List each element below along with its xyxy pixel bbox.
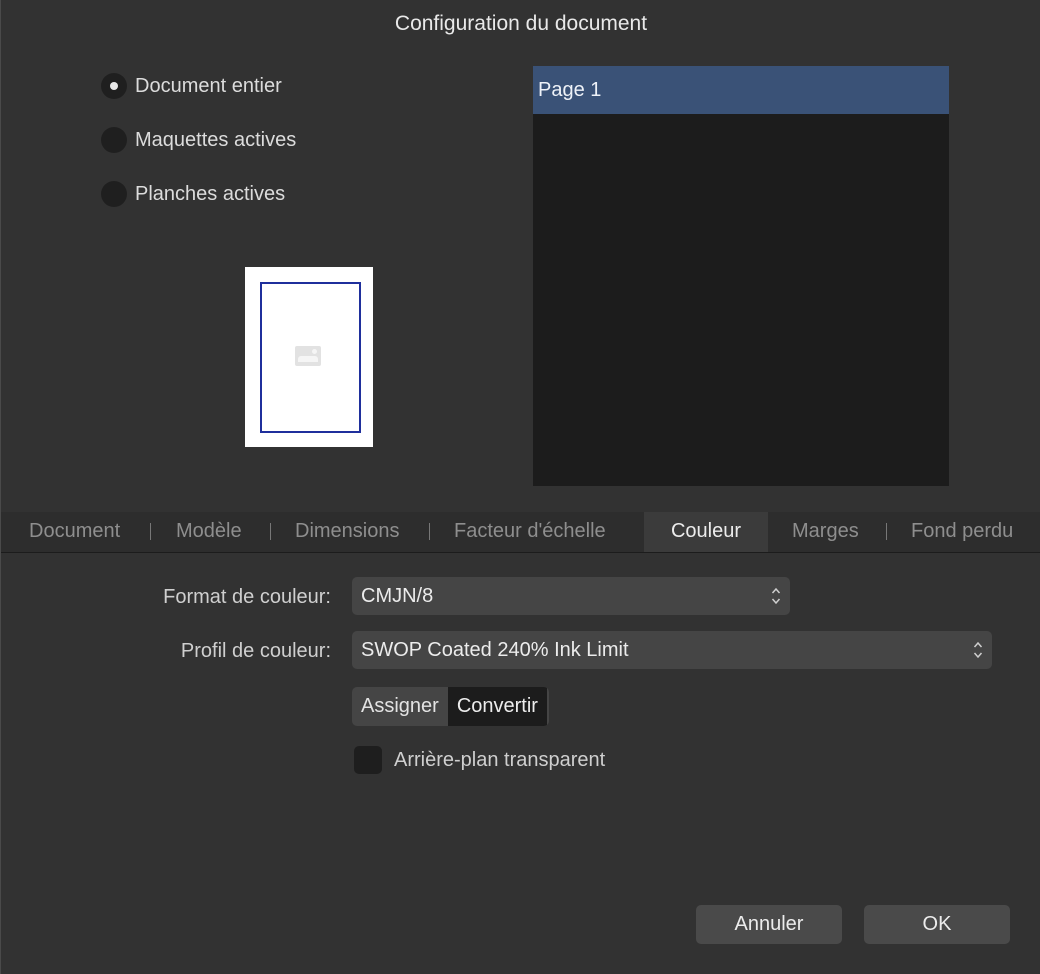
radio-planches-actives[interactable]: Planches actives — [101, 180, 285, 208]
tab-dimensions[interactable]: Dimensions — [295, 512, 399, 552]
transparent-background-checkbox[interactable] — [354, 746, 382, 774]
transparent-background-option[interactable]: Arrière-plan transparent — [354, 746, 605, 774]
color-format-value: CMJN/8 — [361, 585, 434, 607]
tab-fond-perdu[interactable]: Fond perdu — [911, 512, 1013, 552]
pages-list[interactable]: Page 1 — [533, 66, 949, 486]
tab-facteur-echelle[interactable]: Facteur d'échelle — [454, 512, 606, 552]
tab-separator — [886, 523, 887, 540]
settings-tabbar: Document Modèle Dimensions Facteur d'éch… — [1, 512, 1040, 553]
transparent-background-label: Arrière-plan transparent — [394, 748, 606, 771]
image-placeholder-icon — [295, 346, 321, 366]
radio-button[interactable] — [101, 127, 127, 153]
tab-separator — [150, 523, 151, 540]
radio-label: Planches actives — [135, 182, 286, 205]
tab-modele[interactable]: Modèle — [176, 512, 242, 552]
page-label: Page 1 — [538, 78, 602, 101]
tab-marges[interactable]: Marges — [792, 512, 859, 552]
page-preview — [245, 267, 373, 447]
convert-button[interactable]: Convertir — [447, 687, 547, 726]
radio-label: Document entier — [135, 74, 282, 97]
radio-label: Maquettes actives — [135, 128, 297, 151]
color-format-select[interactable]: CMJN/8 — [352, 577, 790, 615]
tab-separator — [270, 523, 271, 540]
tab-document[interactable]: Document — [29, 512, 120, 552]
color-format-label: Format de couleur: — [163, 586, 331, 608]
chevron-updown-icon — [973, 641, 983, 659]
ok-button[interactable]: OK — [864, 905, 1010, 944]
cancel-button[interactable]: Annuler — [696, 905, 842, 944]
chevron-updown-icon — [771, 587, 781, 605]
radio-maquettes-actives[interactable]: Maquettes actives — [101, 126, 296, 154]
color-profile-label: Profil de couleur: — [180, 640, 331, 662]
radio-button[interactable] — [101, 73, 127, 99]
assign-button[interactable]: Assigner — [352, 687, 448, 726]
color-profile-value: SWOP Coated 240% Ink Limit — [361, 639, 629, 661]
profile-mode-segmented-control: Assigner Convertir — [352, 687, 549, 726]
tab-separator — [429, 523, 430, 540]
radio-document-entier[interactable]: Document entier — [101, 72, 282, 100]
color-profile-select[interactable]: SWOP Coated 240% Ink Limit — [352, 631, 992, 669]
radio-button[interactable] — [101, 181, 127, 207]
document-setup-dialog: Configuration du document Document entie… — [0, 0, 1040, 974]
list-item-page-1[interactable]: Page 1 — [533, 66, 949, 114]
dialog-title: Configuration du document — [394, 12, 648, 35]
tab-couleur[interactable]: Couleur — [644, 512, 768, 552]
